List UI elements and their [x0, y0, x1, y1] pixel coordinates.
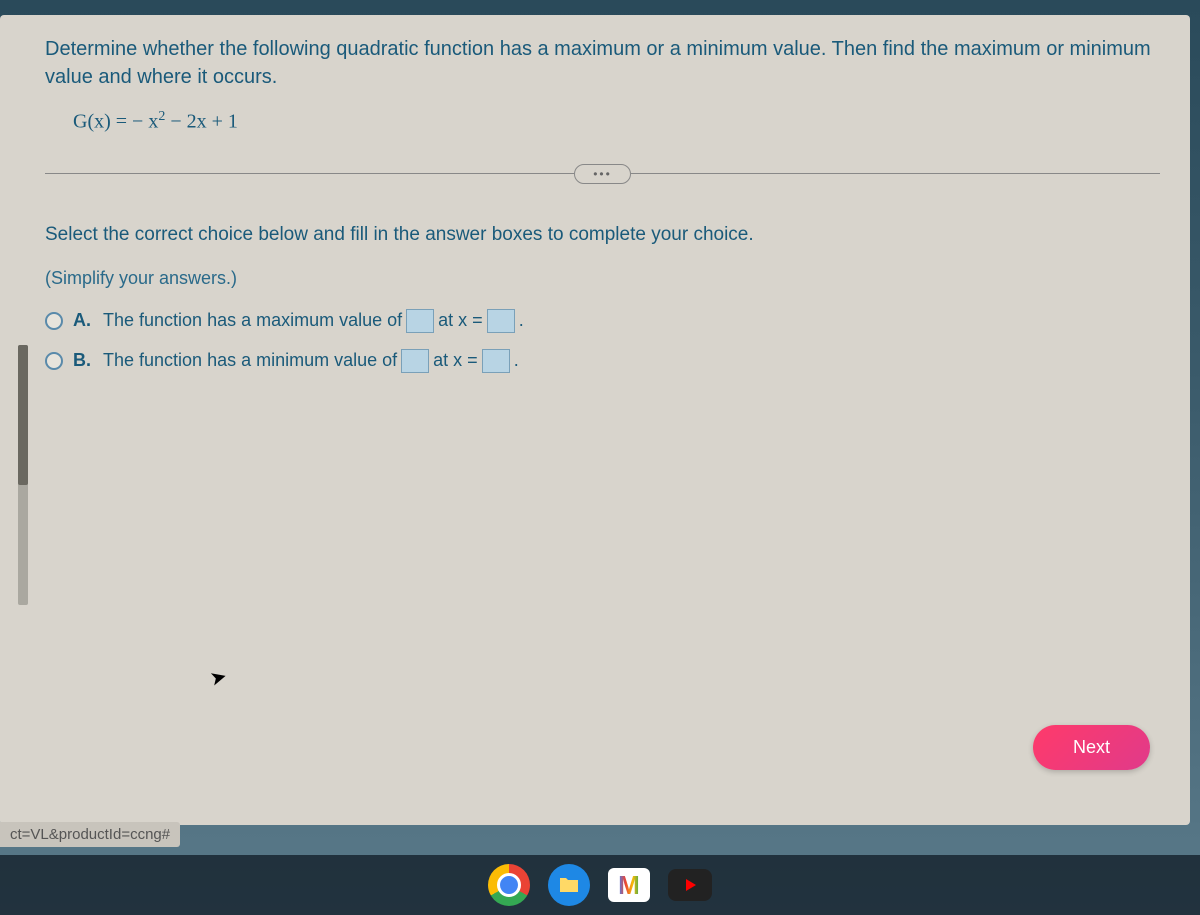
- url-fragment: ct=VL&productId=ccng#: [0, 822, 180, 847]
- choice-b-text-before: The function has a minimum value of: [103, 350, 397, 371]
- choice-a-text-before: The function has a maximum value of: [103, 310, 402, 331]
- radio-a[interactable]: [45, 312, 63, 330]
- choice-b-text-after: .: [514, 350, 519, 371]
- choice-a-x-input[interactable]: [487, 309, 515, 333]
- divider-row: •••: [45, 164, 1160, 184]
- scrollbar[interactable]: [18, 345, 28, 605]
- choice-a-row: A. The function has a maximum value of a…: [45, 309, 1160, 333]
- expand-button[interactable]: •••: [574, 164, 631, 184]
- divider-right: [631, 173, 1160, 174]
- cursor-icon: ➤: [207, 663, 230, 691]
- question-prompt: Determine whether the following quadrati…: [45, 35, 1160, 91]
- hint-text: (Simplify your answers.): [45, 268, 1160, 289]
- next-button[interactable]: Next: [1033, 725, 1150, 770]
- choice-a-letter: A.: [73, 310, 93, 331]
- choice-b-text-mid: at x =: [433, 350, 478, 371]
- choice-a-value-input[interactable]: [406, 309, 434, 333]
- choice-b-value-input[interactable]: [401, 349, 429, 373]
- choice-b-row: B. The function has a minimum value of a…: [45, 349, 1160, 373]
- choice-b-letter: B.: [73, 350, 93, 371]
- gmail-icon[interactable]: M: [608, 868, 650, 902]
- choice-a-text-after: .: [519, 310, 524, 331]
- youtube-icon[interactable]: [668, 869, 712, 901]
- divider-left: [45, 173, 574, 174]
- scroll-thumb[interactable]: [18, 345, 28, 485]
- equation-suffix: − 2x + 1: [165, 111, 238, 133]
- question-panel: Determine whether the following quadrati…: [0, 15, 1190, 825]
- taskbar: M: [0, 855, 1200, 915]
- choice-a-text-mid: at x =: [438, 310, 483, 331]
- equation: G(x) = − x2 − 2x + 1: [73, 109, 1160, 134]
- instruction-text: Select the correct choice below and fill…: [45, 224, 1160, 246]
- radio-b[interactable]: [45, 352, 63, 370]
- choice-b-x-input[interactable]: [482, 349, 510, 373]
- equation-prefix: G(x) = − x: [73, 111, 158, 133]
